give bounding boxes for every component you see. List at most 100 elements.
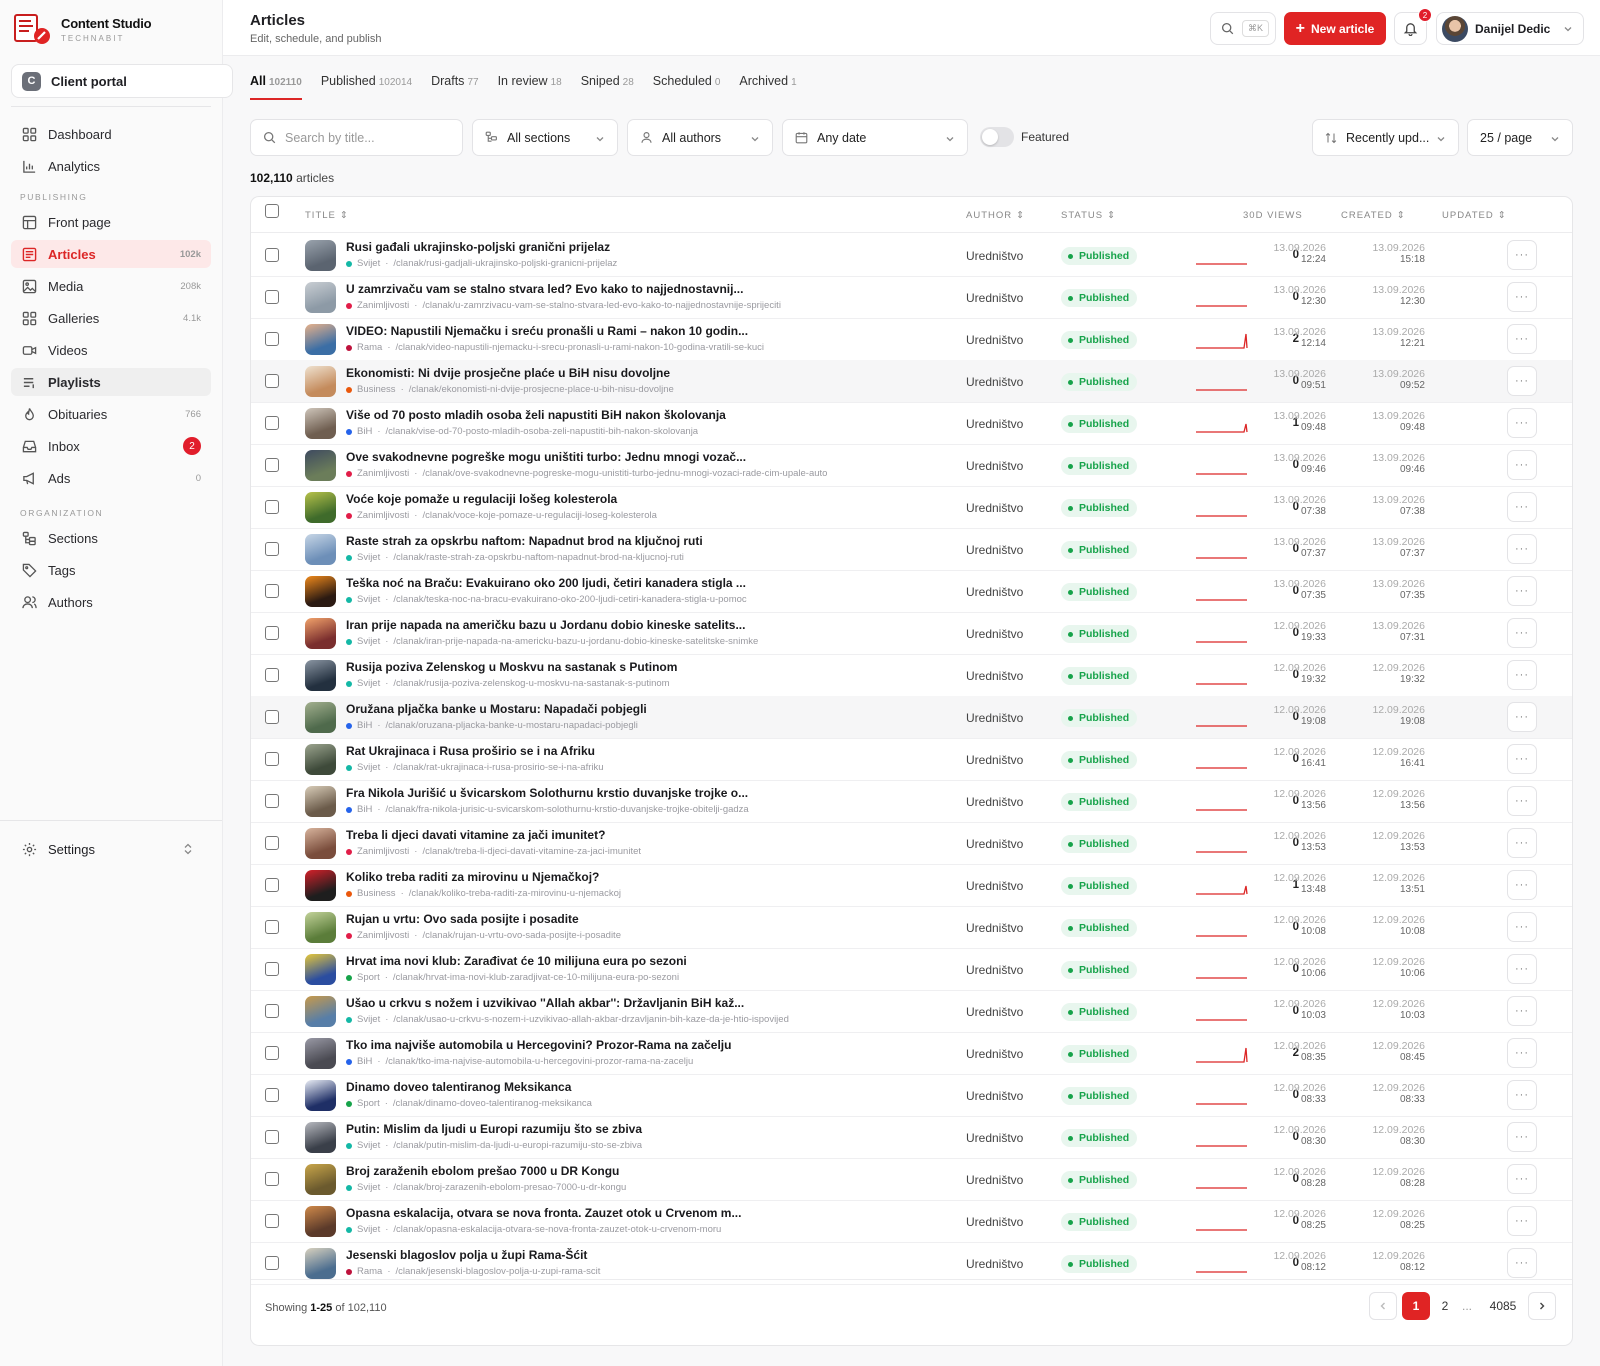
article-title[interactable]: Hrvat ima novi klub: Zarađivat će 10 mil… (346, 954, 687, 968)
row-actions-button[interactable]: ··· (1507, 282, 1537, 312)
nav-articles[interactable]: Articles 102k (11, 240, 211, 268)
sections-filter[interactable]: All sections (472, 119, 618, 156)
column-status[interactable]: STATUS ⇕ (1061, 210, 1116, 221)
article-title[interactable]: Ušao u crkvu s nožem i uzvikivao ''Allah… (346, 996, 744, 1010)
table-row[interactable]: Rusija poziva Zelenskog u Moskvu na sast… (251, 654, 1572, 697)
row-checkbox[interactable] (265, 500, 279, 514)
row-actions-button[interactable]: ··· (1507, 744, 1537, 774)
table-row[interactable]: Fra Nikola Jurišić u švicarskom Solothur… (251, 780, 1572, 823)
column-title[interactable]: TITLE ⇕ (305, 210, 349, 221)
row-checkbox[interactable] (265, 1130, 279, 1144)
row-actions-button[interactable]: ··· (1507, 450, 1537, 480)
article-title[interactable]: Raste strah za opskrbu naftom: Napadnut … (346, 534, 703, 548)
article-title[interactable]: Jesenski blagoslov polja u župi Rama-Šći… (346, 1248, 587, 1262)
tab-drafts[interactable]: Drafts 77 (431, 74, 478, 98)
sort-select[interactable]: Recently upd... (1312, 119, 1459, 156)
table-row[interactable]: Koliko treba raditi za mirovinu u Njemač… (251, 864, 1572, 907)
table-row[interactable]: Rujan u vrtu: Ovo sada posijte i posadit… (251, 906, 1572, 949)
row-checkbox[interactable] (265, 1256, 279, 1270)
row-actions-button[interactable]: ··· (1507, 1080, 1537, 1110)
table-row[interactable]: Ekonomisti: Ni dvije prosječne plaće u B… (251, 360, 1572, 403)
row-actions-button[interactable]: ··· (1507, 660, 1537, 690)
nav-galleries[interactable]: Galleries 4.1k (11, 304, 211, 332)
row-actions-button[interactable]: ··· (1507, 702, 1537, 732)
nav-dashboard[interactable]: Dashboard (11, 120, 211, 148)
nav-front-page[interactable]: Front page (11, 208, 211, 236)
row-checkbox[interactable] (265, 668, 279, 682)
article-title[interactable]: Koliko treba raditi za mirovinu u Njemač… (346, 870, 599, 884)
row-checkbox[interactable] (265, 962, 279, 976)
nav-obituaries[interactable]: Obituaries 766 (11, 400, 211, 428)
per-page-select[interactable]: 25 / page (1467, 119, 1573, 156)
article-title[interactable]: Putin: Mislim da ljudi u Europi razumiju… (346, 1122, 642, 1136)
tab-archived[interactable]: Archived 1 (739, 74, 796, 98)
row-checkbox[interactable] (265, 1088, 279, 1102)
article-title[interactable]: Treba li djeci davati vitamine za jači i… (346, 828, 605, 842)
article-title[interactable]: Teška noć na Braču: Evakuirano oko 200 l… (346, 576, 746, 590)
nav-analytics[interactable]: Analytics (11, 152, 211, 180)
select-all-checkbox[interactable] (265, 204, 279, 218)
tab-sniped[interactable]: Sniped 28 (581, 74, 634, 98)
row-actions-button[interactable]: ··· (1507, 912, 1537, 942)
row-checkbox[interactable] (265, 920, 279, 934)
page-2-button[interactable]: 2 (1431, 1292, 1459, 1320)
table-row[interactable]: Putin: Mislim da ljudi u Europi razumiju… (251, 1116, 1572, 1159)
table-row[interactable]: Oružana pljačka banke u Mostaru: Napadač… (251, 696, 1572, 739)
article-title[interactable]: Iran prije napada na američku bazu u Jor… (346, 618, 745, 632)
table-row[interactable]: VIDEO: Napustili Njemačku i sreću pronaš… (251, 318, 1572, 361)
settings-button[interactable]: Settings (11, 834, 211, 864)
table-row[interactable]: Ušao u crkvu s nožem i uzvikivao ''Allah… (251, 990, 1572, 1033)
row-actions-button[interactable]: ··· (1507, 366, 1537, 396)
row-checkbox[interactable] (265, 752, 279, 766)
search-input[interactable]: Search by title... (250, 119, 463, 156)
prev-page-button[interactable] (1369, 1292, 1397, 1320)
row-actions-button[interactable]: ··· (1507, 1038, 1537, 1068)
next-page-button[interactable] (1528, 1292, 1556, 1320)
article-title[interactable]: Rat Ukrajinaca i Rusa proširio se i na A… (346, 744, 595, 758)
row-actions-button[interactable]: ··· (1507, 1122, 1537, 1152)
table-row[interactable]: Rat Ukrajinaca i Rusa proširio se i na A… (251, 738, 1572, 781)
app-logo[interactable]: Content Studio TECHNABIT (13, 12, 152, 46)
table-row[interactable]: Ove svakodnevne pogreške mogu uništiti t… (251, 444, 1572, 487)
row-checkbox[interactable] (265, 626, 279, 640)
row-actions-button[interactable]: ··· (1507, 534, 1537, 564)
column-created[interactable]: CREATED ⇕ (1341, 210, 1406, 221)
row-actions-button[interactable]: ··· (1507, 408, 1537, 438)
row-actions-button[interactable]: ··· (1507, 1206, 1537, 1236)
row-checkbox[interactable] (265, 416, 279, 430)
column-author[interactable]: AUTHOR ⇕ (966, 210, 1025, 221)
row-actions-button[interactable]: ··· (1507, 828, 1537, 858)
nav-sections[interactable]: Sections (11, 524, 211, 552)
tab-in-review[interactable]: In review 18 (498, 74, 562, 98)
column-updated[interactable]: UPDATED ⇕ (1442, 210, 1507, 221)
tab-published[interactable]: Published 102014 (321, 74, 412, 98)
row-checkbox[interactable] (265, 1214, 279, 1228)
article-title[interactable]: Fra Nikola Jurišić u švicarskom Solothur… (346, 786, 748, 800)
table-row[interactable]: Hrvat ima novi klub: Zarađivat će 10 mil… (251, 948, 1572, 991)
table-row[interactable]: Dinamo doveo talentiranog Meksikanca Spo… (251, 1074, 1572, 1117)
table-row[interactable]: Broj zaraženih ebolom prešao 7000 u DR K… (251, 1158, 1572, 1201)
tab-scheduled[interactable]: Scheduled 0 (653, 74, 721, 98)
nav-media[interactable]: Media 208k (11, 272, 211, 300)
featured-toggle[interactable] (980, 127, 1014, 147)
article-title[interactable]: VIDEO: Napustili Njemačku i sreću pronaš… (346, 324, 748, 338)
row-checkbox[interactable] (265, 1172, 279, 1186)
row-checkbox[interactable] (265, 836, 279, 850)
article-title[interactable]: Dinamo doveo talentiranog Meksikanca (346, 1080, 571, 1094)
nav-playlists[interactable]: Playlists (11, 368, 211, 396)
row-checkbox[interactable] (265, 542, 279, 556)
table-row[interactable]: Raste strah za opskrbu naftom: Napadnut … (251, 528, 1572, 571)
row-actions-button[interactable]: ··· (1507, 954, 1537, 984)
article-title[interactable]: Tko ima najviše automobila u Hercegovini… (346, 1038, 731, 1052)
table-row[interactable]: Više od 70 posto mladih osoba želi napus… (251, 402, 1572, 445)
article-title[interactable]: Voće koje pomaže u regulaciji lošeg kole… (346, 492, 617, 506)
row-checkbox[interactable] (265, 290, 279, 304)
nav-videos[interactable]: Videos (11, 336, 211, 364)
page-last-button[interactable]: 4085 (1481, 1292, 1525, 1320)
row-actions-button[interactable]: ··· (1507, 324, 1537, 354)
article-title[interactable]: Broj zaraženih ebolom prešao 7000 u DR K… (346, 1164, 619, 1178)
article-title[interactable]: Ove svakodnevne pogreške mogu uništiti t… (346, 450, 746, 464)
user-menu-button[interactable]: Danijel Dedic (1436, 12, 1584, 45)
client-portal-button[interactable]: C Client portal (11, 64, 233, 98)
row-checkbox[interactable] (265, 458, 279, 472)
